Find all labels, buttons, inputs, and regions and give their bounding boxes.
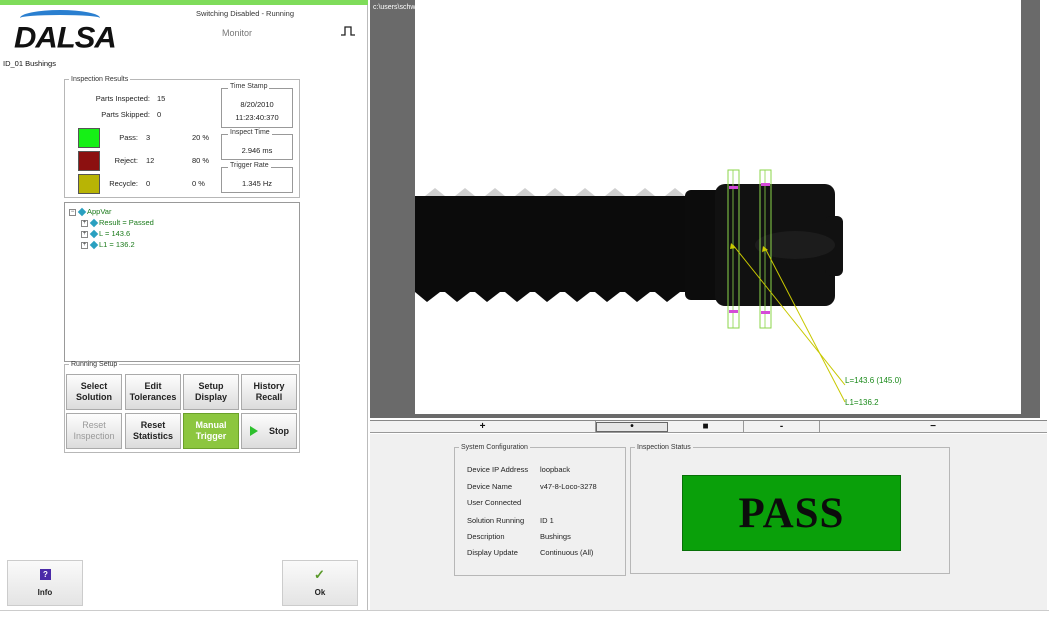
system-configuration-legend: System Configuration: [461, 444, 528, 451]
variable-icon: [89, 229, 99, 239]
device-name-label: Device Name: [467, 482, 513, 491]
stop-button[interactable]: Stop: [241, 413, 297, 449]
pass-count: 3: [146, 133, 151, 142]
solution-running-label: Solution Running: [467, 516, 525, 525]
reject-count: 12: [146, 156, 155, 165]
display-update-label: Display Update: [467, 548, 518, 557]
run-status-text: Switching Disabled - Running: [196, 9, 294, 18]
control-panel: DALSA Switching Disabled - Running Monit…: [0, 0, 368, 610]
pass-label: Pass:: [119, 133, 138, 142]
reject-percent: 80 %: [192, 156, 210, 165]
trigger-pulse-icon[interactable]: [340, 25, 356, 37]
inspect-time-caption: Inspect Time: [228, 129, 272, 136]
variable-icon: [77, 207, 87, 217]
time-stamp-caption: Time Stamp: [228, 83, 270, 90]
trigger-rate-caption: Trigger Rate: [228, 162, 271, 169]
user-connected-label: User Connected: [467, 498, 522, 507]
manual-trigger-button[interactable]: Manual Trigger: [183, 413, 239, 449]
tree-root-label: AppVar: [87, 207, 112, 216]
tree-node-l1[interactable]: + L1 = 136.2: [81, 240, 135, 250]
result-tree-view[interactable]: − AppVar + Result = Passed + L = 143.6 + L1 …: [64, 202, 300, 362]
zoom-toolbar[interactable]: + • ■ - −: [370, 420, 1047, 433]
inspection-results-legend: Inspection Results: [71, 76, 129, 83]
trigger-rate-box: Trigger Rate 1.345 Hz: [221, 162, 293, 193]
running-setup-legend: Running Setup: [71, 361, 118, 368]
recycle-count: 0: [146, 179, 151, 188]
image-file-path: c:\users\schwerk\desktop\work\boa app no…: [373, 4, 613, 11]
mode-label: Monitor: [222, 28, 253, 38]
zoom-actual-button[interactable]: ■: [668, 421, 744, 433]
parts-skipped-value: 0: [157, 110, 162, 119]
parts-inspected-label: Parts Inspected:: [95, 94, 150, 103]
reset-inspection-button[interactable]: Reset Inspection: [66, 413, 122, 449]
inspection-status-legend: Inspection Status: [637, 444, 691, 451]
reset-statistics-button[interactable]: Reset Statistics: [125, 413, 181, 449]
reject-color-indicator: [78, 151, 100, 171]
device-ip-value: loopback: [540, 465, 571, 474]
reject-label: Reject:: [114, 156, 138, 165]
device-name-value: v47-8-Loco-3278: [540, 482, 597, 491]
measurement-l-label: L=143.6 (145.0): [845, 376, 902, 385]
tree-node-root[interactable]: − AppVar: [69, 207, 112, 217]
inspection-image[interactable]: L=143.6 (145.0) L1=136.2: [415, 0, 1021, 414]
history-recall-button[interactable]: History Recall: [241, 374, 297, 410]
trigger-rate-value: 1.345 Hz: [241, 179, 273, 188]
zoom-min-button[interactable]: −: [820, 421, 1046, 433]
tree-node-l[interactable]: + L = 143.6: [81, 229, 131, 239]
tree-item-label: L = 143.6: [99, 229, 131, 238]
running-indicator-strip: [0, 0, 368, 5]
tree-item-label: Result = Passed: [99, 218, 154, 227]
time-stamp-box: Time Stamp 8/20/2010 11:23:40:370: [221, 83, 293, 128]
recycle-color-indicator: [78, 174, 100, 194]
ok-button[interactable]: ✓ Ok: [282, 560, 358, 606]
description-label: Description: [467, 532, 505, 541]
tree-node-result[interactable]: + Result = Passed: [81, 218, 154, 228]
dalsa-logo: DALSA: [14, 10, 117, 54]
zoom-fit-button[interactable]: •: [596, 421, 668, 433]
checkmark-icon: ✓: [314, 567, 325, 582]
play-icon: [250, 426, 258, 436]
parts-inspected-value: 15: [157, 94, 166, 103]
stop-label: Stop: [269, 425, 289, 436]
select-solution-button[interactable]: Select Solution: [66, 374, 122, 410]
time-stamp-date: 8/20/2010: [240, 100, 274, 109]
recycle-percent: 0 %: [192, 179, 205, 188]
pass-indicator: PASS: [682, 475, 901, 551]
tree-item-label: L1 = 136.2: [99, 240, 135, 249]
zoom-in-button[interactable]: +: [370, 421, 596, 433]
edit-tolerances-button[interactable]: Edit Tolerances: [125, 374, 181, 410]
device-ip-label: Device IP Address: [467, 465, 529, 474]
pass-percent: 20 %: [192, 133, 210, 142]
info-label: Info: [37, 588, 53, 597]
pass-color-indicator: [78, 128, 100, 148]
question-icon: ?: [40, 569, 51, 580]
window-bottom-edge: [0, 610, 1049, 618]
expand-icon[interactable]: +: [81, 230, 88, 238]
variable-icon: [89, 218, 99, 228]
recycle-label: Recycle:: [109, 179, 138, 188]
setup-display-button[interactable]: Setup Display: [183, 374, 239, 410]
bushing-image: [415, 169, 846, 403]
collapse-icon[interactable]: −: [69, 208, 76, 216]
measurement-l1-label: L1=136.2: [845, 398, 879, 407]
brand-wordmark: DALSA: [14, 20, 117, 55]
time-stamp-time: 11:23:40:370: [235, 113, 279, 122]
info-button[interactable]: ? Info: [7, 560, 83, 606]
ok-label: Ok: [314, 588, 326, 597]
inspect-time-value: 2.946 ms: [241, 146, 273, 155]
solution-running-value: ID 1: [540, 516, 554, 525]
description-value: Bushings: [540, 532, 571, 541]
viewer-right-edge: [1040, 0, 1049, 420]
zoom-out-button[interactable]: -: [744, 421, 820, 433]
display-update-value: Continuous (All): [540, 548, 594, 557]
expand-icon[interactable]: +: [81, 241, 88, 249]
variable-icon: [89, 240, 99, 250]
inspection-id-label: ID_01 Bushings: [3, 59, 56, 68]
inspect-time-box: Inspect Time 2.946 ms: [221, 129, 293, 160]
expand-icon[interactable]: +: [81, 219, 88, 227]
parts-skipped-label: Parts Skipped:: [101, 110, 150, 119]
